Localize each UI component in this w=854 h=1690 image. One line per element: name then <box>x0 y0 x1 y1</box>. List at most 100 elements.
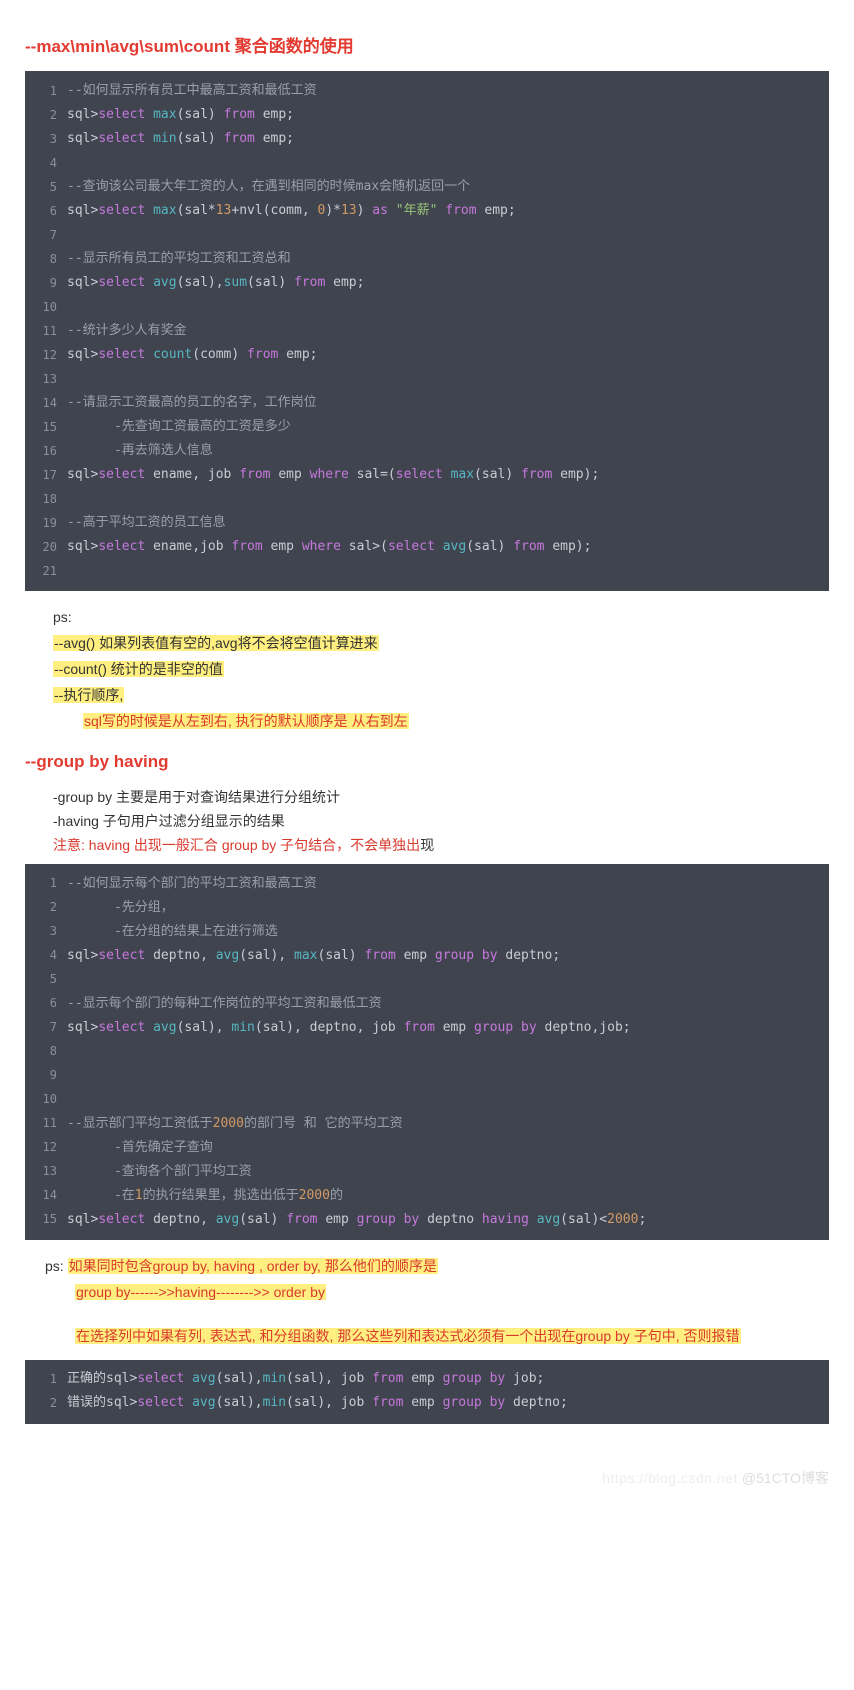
code-line: 9 <box>25 1064 829 1088</box>
ps-line: 在选择列中如果有列, 表达式, 和分组函数, 那么这些列和表达式必须有一个出现在… <box>75 1328 741 1344</box>
code-line: 1正确的sql>select avg(sal),min(sal), job fr… <box>25 1368 829 1392</box>
code-line: 2sql>select max(sal) from emp; <box>25 103 829 127</box>
line-content: -首先确定子查询 <box>67 1139 213 1157</box>
line-content: --如何显示所有员工中最高工资和最低工资 <box>67 82 317 100</box>
code-line: 19--高于平均工资的员工信息 <box>25 511 829 535</box>
line-content: --显示部门平均工资低于2000的部门号 和 它的平均工资 <box>67 1115 403 1133</box>
code-line: 12 -首先确定子查询 <box>25 1136 829 1160</box>
line-number: 15 <box>25 1211 67 1228</box>
code-line: 10 <box>25 295 829 319</box>
section2-intro: -group by 主要是用于对查询结果进行分组统计 -having 子句用户过… <box>53 786 829 857</box>
code-line: 14--请显示工资最高的员工的名字，工作岗位 <box>25 391 829 415</box>
section1-title: --max\min\avg\sum\count 聚合函数的使用 <box>25 32 829 57</box>
section2-title: --group by having <box>25 752 829 772</box>
line-content: -在分组的结果上在进行筛选 <box>67 923 278 941</box>
intro-line: -having 子句用户过滤分组显示的结果 <box>53 810 829 834</box>
code-line: 17sql>select ename, job from emp where s… <box>25 463 829 487</box>
code-block-1: 1--如何显示所有员工中最高工资和最低工资2sql>select max(sal… <box>25 71 829 591</box>
line-content: sql>select ename, job from emp where sal… <box>67 466 599 484</box>
note-line: sql写的时候是从左到右, 执行的默认顺序是 从右到左 <box>83 713 409 729</box>
code-line: 20sql>select ename,job from emp where sa… <box>25 535 829 559</box>
code-line: 9sql>select avg(sal),sum(sal) from emp; <box>25 271 829 295</box>
line-number: 9 <box>25 275 67 292</box>
line-content: sql>select max(sal) from emp; <box>67 106 294 124</box>
intro-line-warning: 注意: having 出现一般汇合 group by 子句结合，不会单独出 <box>53 837 420 853</box>
intro-line: -group by 主要是用于对查询结果进行分组统计 <box>53 786 829 810</box>
line-number: 12 <box>25 1139 67 1156</box>
line-number: 17 <box>25 467 67 484</box>
ps-label-2: ps: <box>45 1258 64 1274</box>
code-line: 2 -先分组， <box>25 896 829 920</box>
line-number: 19 <box>25 515 67 532</box>
line-number: 12 <box>25 347 67 364</box>
code-line: 14 -在1的执行结果里，挑选出低于2000的 <box>25 1184 829 1208</box>
line-content: --显示所有员工的平均工资和工资总和 <box>67 250 291 268</box>
line-number: 4 <box>25 155 67 172</box>
line-content: --如何显示每个部门的平均工资和最高工资 <box>67 875 317 893</box>
line-number: 8 <box>25 251 67 268</box>
code-line: 1--如何显示所有员工中最高工资和最低工资 <box>25 79 829 103</box>
line-content: --显示每个部门的每种工作岗位的平均工资和最低工资 <box>67 995 382 1013</box>
code-block-3: 1正确的sql>select avg(sal),min(sal), job fr… <box>25 1360 829 1424</box>
line-number: 10 <box>25 1091 67 1108</box>
line-number: 4 <box>25 947 67 964</box>
line-content: sql>select deptno, avg(sal), max(sal) fr… <box>67 947 560 965</box>
ps-label-1: ps: <box>53 605 829 631</box>
line-content: -查询各个部门平均工资 <box>67 1163 252 1181</box>
code-line: 11--显示部门平均工资低于2000的部门号 和 它的平均工资 <box>25 1112 829 1136</box>
line-content: -在1的执行结果里，挑选出低于2000的 <box>67 1187 343 1205</box>
line-content: sql>select avg(sal), min(sal), deptno, j… <box>67 1019 631 1037</box>
code-line: 5 <box>25 968 829 992</box>
code-line: 7sql>select avg(sal), min(sal), deptno, … <box>25 1016 829 1040</box>
line-number: 14 <box>25 1187 67 1204</box>
code-line: 21 <box>25 559 829 583</box>
code-line: 16 -再去筛选人信息 <box>25 439 829 463</box>
line-number: 3 <box>25 131 67 148</box>
code-line: 15 -先查询工资最高的工资是多少 <box>25 415 829 439</box>
section2-ps: ps: 如果同时包含group by, having , order by, 那… <box>45 1254 829 1350</box>
code-line: 6--显示每个部门的每种工作岗位的平均工资和最低工资 <box>25 992 829 1016</box>
code-line: 18 <box>25 487 829 511</box>
watermark: https://blog.csdn.net@51CTO博客 <box>25 1438 829 1488</box>
code-block-2: 1--如何显示每个部门的平均工资和最高工资2 -先分组，3 -在分组的结果上在进… <box>25 864 829 1240</box>
line-number: 11 <box>25 323 67 340</box>
code-line: 15sql>select deptno, avg(sal) from emp g… <box>25 1208 829 1232</box>
line-number: 20 <box>25 539 67 556</box>
code-line: 4 <box>25 151 829 175</box>
code-line: 1--如何显示每个部门的平均工资和最高工资 <box>25 872 829 896</box>
watermark-text: @51CTO博客 <box>742 1470 829 1486</box>
line-number: 10 <box>25 299 67 316</box>
line-number: 3 <box>25 923 67 940</box>
line-number: 8 <box>25 1043 67 1060</box>
code-line: 13 <box>25 367 829 391</box>
line-content: --请显示工资最高的员工的名字，工作岗位 <box>67 394 317 412</box>
ps-line: group by------>>having-------->> order b… <box>75 1284 326 1300</box>
line-number: 18 <box>25 491 67 508</box>
code-line: 2错误的sql>select avg(sal),min(sal), job fr… <box>25 1392 829 1416</box>
code-line: 11--统计多少人有奖金 <box>25 319 829 343</box>
note-line: --avg() 如果列表值有空的,avg将不会将空值计算进来 <box>53 635 379 651</box>
intro-line-tail: 现 <box>420 837 434 853</box>
note-line: --count() 统计的是非空的值 <box>53 661 224 677</box>
line-number: 1 <box>25 83 67 100</box>
code-line: 6sql>select max(sal*13+nvl(comm, 0)*13) … <box>25 199 829 223</box>
line-number: 1 <box>25 1371 67 1388</box>
line-number: 2 <box>25 107 67 124</box>
code-line: 8 <box>25 1040 829 1064</box>
line-content: sql>select ename,job from emp where sal>… <box>67 538 591 556</box>
line-content: 正确的sql>select avg(sal),min(sal), job fro… <box>67 1370 544 1388</box>
line-number: 5 <box>25 971 67 988</box>
line-number: 6 <box>25 995 67 1012</box>
line-number: 16 <box>25 443 67 460</box>
line-number: 21 <box>25 563 67 580</box>
line-content: --统计多少人有奖金 <box>67 322 187 340</box>
code-line: 13 -查询各个部门平均工资 <box>25 1160 829 1184</box>
code-line: 3sql>select min(sal) from emp; <box>25 127 829 151</box>
line-number: 7 <box>25 227 67 244</box>
code-line: 3 -在分组的结果上在进行筛选 <box>25 920 829 944</box>
code-line: 7 <box>25 223 829 247</box>
line-content: -再去筛选人信息 <box>67 442 213 460</box>
line-content: sql>select min(sal) from emp; <box>67 130 294 148</box>
line-number: 15 <box>25 419 67 436</box>
code-line: 8--显示所有员工的平均工资和工资总和 <box>25 247 829 271</box>
